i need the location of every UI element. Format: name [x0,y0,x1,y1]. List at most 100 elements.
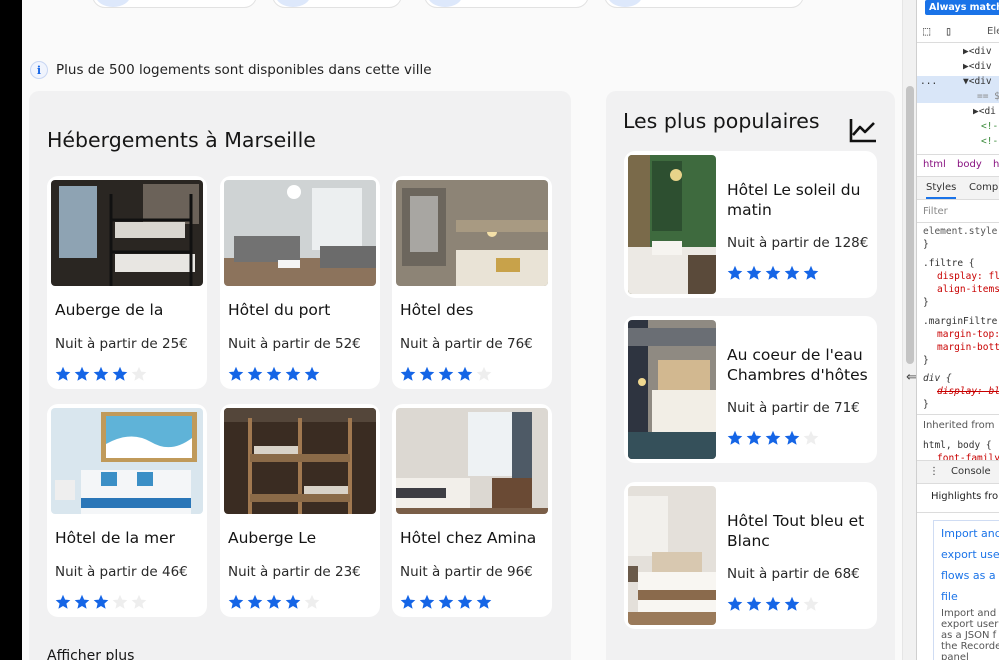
accommodation-card[interactable]: Hôtel du port Nuit à partir de 52€ [220,176,380,389]
accommodation-name: Hôtel de la mer [55,529,176,547]
popular-card[interactable]: Hôtel Le soleil du matin Nuit à partir d… [624,151,877,298]
whats-new-link[interactable]: export use [941,548,999,561]
accommodation-name: Hôtel des [400,301,474,319]
popular-name: Hôtel Tout bleu et Blanc [727,512,865,550]
filter-chip[interactable] [604,0,804,8]
css-line: div { [923,373,952,384]
rating-stars [400,366,492,384]
popular-price: Nuit à partir de 128€ [727,235,869,251]
window-edge [0,0,22,660]
star-filled-icon [74,594,90,609]
web-page: i Plus de 500 logements sont disponibles… [22,0,902,660]
divider [917,154,999,155]
star-empty-icon [112,594,128,609]
hotel-photo [628,155,716,294]
filter-chip[interactable] [272,0,402,8]
accommodations-title: Hébergements à Marseille [47,128,316,152]
star-filled-icon [228,594,244,609]
hotel-photo [396,180,548,286]
star-filled-icon [765,265,781,280]
css-line: display: fl [937,271,999,282]
popular-name: Au coeur de l'eau Chambres d'hôtes [727,346,868,384]
star-filled-icon [112,366,128,381]
accommodation-card[interactable]: Hôtel de la mer Nuit à partir de 46€ [47,404,207,617]
show-more-link[interactable]: Afficher plus [47,648,134,660]
styles-filter-input[interactable]: Filter [923,206,948,217]
inherited-label: Inherited from [923,420,995,431]
rating-stars [228,594,320,612]
star-filled-icon [228,366,244,381]
star-filled-icon [74,366,90,381]
tab-console[interactable]: Console [951,466,991,477]
star-filled-icon [457,366,473,381]
breadcrumb-body[interactable]: body [957,159,982,170]
star-empty-icon [803,596,819,611]
tab-computed[interactable]: Comp [969,182,998,193]
accommodation-card[interactable]: Auberge de la Nuit à partir de 25€ [47,176,207,389]
info-text: Plus de 500 logements sont disponibles d… [56,62,432,78]
popular-card[interactable]: Au coeur de l'eau Chambres d'hôtes Nuit … [624,316,877,463]
accommodation-price: Nuit à partir de 23€ [228,564,361,580]
dom-node[interactable]: ▶<di [973,106,996,117]
breadcrumb-more[interactable]: h [993,159,999,170]
star-filled-icon [266,366,282,381]
star-filled-icon [285,594,301,609]
star-filled-icon [438,366,454,381]
star-filled-icon [419,594,435,609]
star-filled-icon [727,265,743,280]
devtools-notification[interactable]: Always match C [925,0,999,15]
star-filled-icon [784,596,800,611]
whats-new-link[interactable]: Import and [941,527,999,540]
accommodation-price: Nuit à partir de 25€ [55,336,188,352]
star-filled-icon [765,596,781,611]
accommodation-card[interactable]: Hôtel chez Amina Nuit à partir de 96€ [392,404,552,617]
hotel-photo [224,408,376,514]
hotel-photo [224,180,376,286]
accommodations-panel: Hébergements à Marseille Auberge de la N… [29,91,571,660]
chip-icon [428,0,462,7]
popular-price: Nuit à partir de 71€ [727,400,860,416]
trending-icon [849,117,877,143]
filter-chip[interactable] [424,0,589,8]
star-filled-icon [247,594,263,609]
accommodation-card[interactable]: Hôtel des Nuit à partir de 76€ [392,176,552,389]
tab-styles[interactable]: Styles [926,182,957,199]
accommodation-card[interactable]: Auberge Le Nuit à partir de 23€ [220,404,380,617]
inspect-icon[interactable]: ⬚ [923,24,930,38]
scrollbar-thumb[interactable] [906,86,914,364]
dom-node[interactable]: ▶<div [963,46,992,57]
whats-new-text: panel [941,652,969,660]
whats-new-link[interactable]: flows as a [941,569,996,582]
kebab-menu-icon[interactable]: ⋮ [929,466,939,477]
css-line: } [923,355,929,366]
popular-panel: Les plus populaires Hôtel Le soleil du m… [606,91,895,660]
ellipsis-icon[interactable]: ... [920,76,937,87]
divider [917,414,999,415]
rating-stars [727,596,819,612]
dom-node[interactable]: ▶<div [963,61,992,72]
star-filled-icon [55,594,71,609]
css-line: margin-top: [937,329,999,340]
star-empty-icon [476,366,492,381]
popular-price: Nuit à partir de 68€ [727,566,860,582]
dom-node: == $ [977,91,999,102]
whats-new-link[interactable]: file [941,590,958,603]
breadcrumb-html[interactable]: html [923,159,946,170]
star-empty-icon [131,366,147,381]
dom-node[interactable]: ▼<div [963,76,992,87]
star-filled-icon [746,596,762,611]
star-empty-icon [131,594,147,609]
tab-elements[interactable]: Ele [987,26,999,37]
dom-node: <!- [981,136,999,147]
drawer-tabs: ⋮ Console [917,460,999,484]
device-toggle-icon[interactable]: ▯ [945,24,952,38]
popular-card[interactable]: Hôtel Tout bleu et Blanc Nuit à partir d… [624,482,877,629]
star-filled-icon [746,430,762,445]
page-scrollbar[interactable] [902,0,916,660]
accommodation-price: Nuit à partir de 96€ [400,564,533,580]
rating-stars [400,594,492,612]
star-filled-icon [803,265,819,280]
whats-new-text: the Recorde [941,641,999,652]
css-line: } [923,399,929,410]
filter-chip[interactable] [92,0,257,8]
